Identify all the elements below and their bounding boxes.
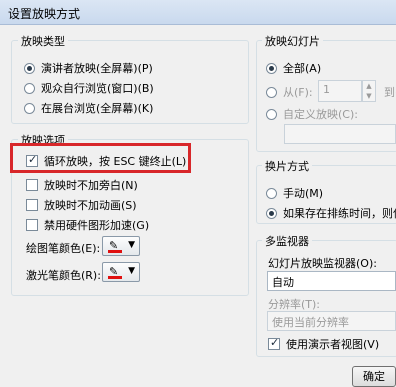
show-type-title: 放映类型 [18, 33, 68, 49]
radio-browse-window[interactable]: 观众自行浏览(窗口)(B) [24, 80, 154, 96]
radio-from-slide[interactable]: 从(F): [266, 84, 313, 100]
radio-all-slides-button[interactable] [266, 62, 277, 74]
radio-browse-window-button[interactable] [24, 82, 35, 94]
laser-color-button[interactable]: ✎ ▼ [102, 262, 140, 282]
chevron-down-icon: ▼ [128, 266, 135, 276]
check-no-animation-label: 放映时不加动画(S) [44, 199, 137, 212]
from-slide-input[interactable]: 1 [318, 80, 362, 102]
check-presenter-view-label: 使用演示者视图(V) [286, 338, 380, 351]
radio-browse-window-label: 观众自行浏览(窗口)(B) [41, 82, 154, 95]
resolution-label: 分辨率(T): [268, 298, 321, 311]
radio-presenter[interactable]: 演讲者放映(全屏幕)(P) [24, 60, 153, 76]
radio-presenter-button[interactable] [24, 62, 35, 74]
check-disable-hw-accel-label: 禁用硬件图形加速(G) [44, 219, 150, 232]
check-no-narration-box[interactable] [26, 179, 38, 191]
check-no-animation-box[interactable] [26, 199, 38, 211]
check-disable-hw-accel[interactable]: 禁用硬件图形加速(G) [26, 217, 149, 233]
radio-manual-button[interactable] [266, 187, 277, 199]
radio-use-timings-label: 如果存在排练时间，则使 [283, 207, 396, 220]
monitor-select[interactable]: 自动 [267, 271, 396, 291]
radio-from-slide-label: 从(F): [283, 86, 313, 99]
title-bar: 设置放映方式 [0, 0, 396, 25]
pen-color-swatch [108, 250, 122, 253]
radio-presenter-label: 演讲者放映(全屏幕)(P) [41, 62, 153, 75]
check-no-animation[interactable]: 放映时不加动画(S) [26, 197, 137, 213]
radio-kiosk-label: 在展台浏览(全屏幕)(K) [41, 102, 154, 115]
advance-title: 换片方式 [262, 158, 312, 174]
check-presenter-view[interactable]: 使用演示者视图(V) [268, 336, 379, 352]
show-slides-title: 放映幻灯片 [262, 33, 323, 49]
check-disable-hw-accel-box[interactable] [26, 219, 38, 231]
radio-use-timings[interactable]: 如果存在排练时间，则使 [266, 205, 396, 221]
radio-custom-show[interactable]: 自定义放映(C): [266, 106, 358, 122]
radio-all-slides[interactable]: 全部(A) [266, 60, 321, 76]
from-slide-spinner[interactable]: ▲ ▼ [362, 80, 376, 102]
radio-use-timings-button[interactable] [266, 207, 277, 219]
radio-kiosk-button[interactable] [24, 102, 35, 114]
radio-custom-show-label: 自定义放映(C): [283, 108, 358, 121]
radio-manual-label: 手动(M) [283, 187, 324, 200]
check-loop[interactable]: 循环放映，按 ESC 键终止(L) [26, 153, 186, 169]
pen-color-label: 绘图笔颜色(E): [26, 242, 101, 255]
check-no-narration-label: 放映时不加旁白(N) [44, 179, 138, 192]
pen-color-button[interactable]: ✎ ▼ [102, 236, 140, 256]
ok-button[interactable]: 确定 [352, 366, 396, 387]
radio-all-slides-label: 全部(A) [283, 62, 322, 75]
check-loop-label: 循环放映，按 ESC 键终止(L) [44, 155, 187, 168]
laser-color-swatch [108, 276, 122, 279]
monitor-label: 幻灯片放映监视器(O): [268, 257, 377, 270]
radio-kiosk[interactable]: 在展台浏览(全屏幕)(K) [24, 100, 153, 116]
custom-show-select[interactable] [284, 124, 396, 144]
to-slide-label: 到(T): [384, 86, 396, 99]
radio-from-slide-button[interactable] [266, 86, 277, 98]
laser-color-label: 激光笔颜色(R): [26, 269, 101, 282]
resolution-select[interactable]: 使用当前分辨率 [267, 311, 396, 331]
chevron-down-icon: ▼ [128, 240, 135, 250]
check-presenter-view-box[interactable] [268, 336, 280, 350]
monitors-title: 多监视器 [262, 233, 312, 249]
window-title: 设置放映方式 [8, 7, 81, 21]
radio-manual[interactable]: 手动(M) [266, 185, 323, 201]
radio-custom-show-button[interactable] [266, 108, 277, 120]
check-loop-box[interactable] [26, 153, 38, 167]
check-no-narration[interactable]: 放映时不加旁白(N) [26, 177, 138, 193]
